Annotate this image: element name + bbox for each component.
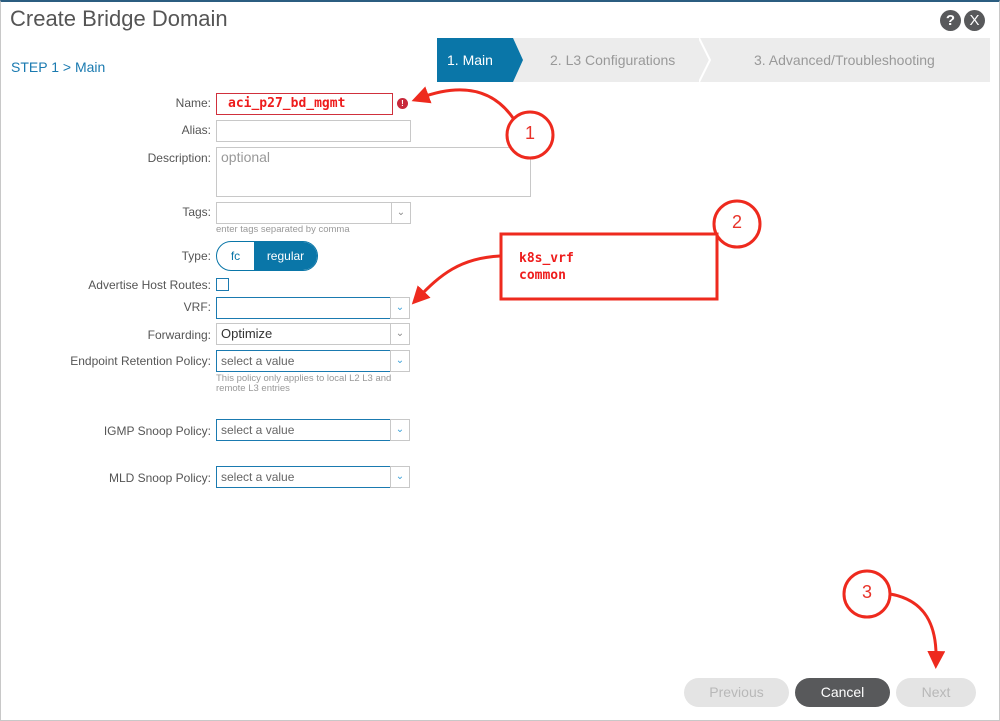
type-option-fc[interactable]: fc xyxy=(217,242,254,270)
annotation-vrf-option-2: common xyxy=(519,268,566,283)
tags-hint: enter tags separated by comma xyxy=(216,225,350,235)
step-l3-configurations[interactable]: 2. L3 Configurations xyxy=(550,38,675,82)
mld-label: MLD Snoop Policy: xyxy=(109,471,211,485)
breadcrumb: STEP 1 > Main xyxy=(11,59,105,75)
cancel-button[interactable]: Cancel xyxy=(795,678,890,707)
name-input[interactable]: aci_p27_bd_mgmt xyxy=(216,93,393,115)
alias-input[interactable] xyxy=(216,120,411,142)
advertise-host-routes-checkbox[interactable] xyxy=(216,278,229,291)
wizard-steps: 1. Main 2. L3 Configurations 3. Advanced… xyxy=(437,38,990,82)
tags-input[interactable]: ⌄ xyxy=(216,202,411,224)
annotation-number-2: 2 xyxy=(722,212,752,233)
annotation-vrf-option-1: k8s_vrf xyxy=(519,251,574,266)
type-toggle: fc regular xyxy=(216,241,318,271)
close-icon[interactable]: X xyxy=(964,10,985,31)
step-advanced-troubleshooting[interactable]: 3. Advanced/Troubleshooting xyxy=(754,38,935,82)
previous-button[interactable]: Previous xyxy=(684,678,789,707)
alias-label: Alias: xyxy=(182,123,211,137)
type-option-regular[interactable]: regular xyxy=(254,242,317,270)
chevron-down-icon[interactable]: ⌄ xyxy=(391,202,411,224)
help-icon[interactable]: ? xyxy=(940,10,961,31)
igmp-label: IGMP Snoop Policy: xyxy=(104,424,211,438)
forwarding-select[interactable]: Optimize xyxy=(216,323,391,345)
igmp-select[interactable]: select a value xyxy=(216,419,391,441)
mld-select[interactable]: select a value xyxy=(216,466,391,488)
dialog-title: Create Bridge Domain xyxy=(10,6,228,32)
type-label: Type: xyxy=(182,249,211,263)
endpoint-retention-hint-2: remote L3 entries xyxy=(216,384,290,394)
igmp-chevron-down-icon[interactable]: ⌄ xyxy=(390,419,410,441)
next-button[interactable]: Next xyxy=(896,678,976,707)
description-input[interactable]: optional xyxy=(216,147,531,197)
error-icon: ! xyxy=(397,98,408,109)
advertise-host-routes-label: Advertise Host Routes: xyxy=(88,278,211,292)
tags-label: Tags: xyxy=(182,205,211,219)
forwarding-chevron-down-icon[interactable]: ⌄ xyxy=(390,323,410,345)
mld-chevron-down-icon[interactable]: ⌄ xyxy=(390,466,410,488)
forwarding-label: Forwarding: xyxy=(148,328,211,342)
description-label: Description: xyxy=(148,151,211,165)
endpoint-retention-select[interactable]: select a value xyxy=(216,350,391,372)
vrf-select[interactable] xyxy=(216,297,391,319)
vrf-label: VRF: xyxy=(184,300,211,314)
name-label: Name: xyxy=(176,96,211,110)
annotation-number-3: 3 xyxy=(852,582,882,603)
vrf-chevron-down-icon[interactable]: ⌄ xyxy=(390,297,410,319)
endpoint-retention-label: Endpoint Retention Policy: xyxy=(70,354,211,368)
annotation-number-1: 1 xyxy=(515,123,545,144)
endpoint-retention-chevron-down-icon[interactable]: ⌄ xyxy=(390,350,410,372)
step-main[interactable]: 1. Main xyxy=(437,38,523,82)
